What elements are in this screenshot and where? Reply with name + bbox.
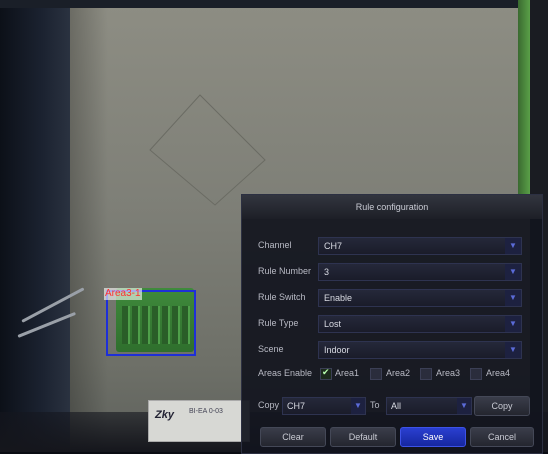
channel-select[interactable]: CH7 ▼	[318, 237, 522, 255]
sticker-logo: Zky	[155, 409, 174, 421]
scene-select[interactable]: Indoor ▼	[318, 341, 522, 359]
chevron-down-icon: ▼	[505, 290, 521, 306]
copy-label: Copy	[258, 400, 280, 410]
rule-configuration-dialog: Rule configuration Channel CH7 ▼ Rule Nu…	[241, 194, 543, 454]
chevron-down-icon: ▼	[505, 264, 521, 280]
area2-label: Area2	[386, 368, 411, 378]
save-button[interactable]: Save	[400, 427, 466, 447]
area2-checkbox[interactable]	[370, 368, 382, 380]
copy-row: Copy CH7 ▼ To All ▼ Copy	[258, 395, 536, 416]
scene-label: Scene	[258, 344, 284, 354]
chevron-down-icon: ▼	[457, 398, 471, 414]
chevron-down-icon: ▼	[505, 238, 521, 254]
rule-type-label: Rule Type	[258, 318, 299, 328]
rule-number-value: 3	[324, 267, 330, 277]
diamond-sketch	[149, 94, 266, 206]
scene-row: Scene Indoor ▼	[258, 339, 536, 359]
copy-to-label: To	[370, 400, 380, 410]
areas-enable-label: Areas Enable	[258, 368, 313, 378]
label-sticker: Zky BI-EA 0-03	[148, 400, 250, 442]
rule-switch-value: Enable	[324, 293, 353, 303]
area1-label: Area1	[335, 368, 360, 378]
green-strip	[518, 0, 530, 200]
rule-type-select[interactable]: Lost ▼	[318, 315, 522, 333]
areas-enable-row: Areas Enable Area1 Area2 Area3 Area4	[258, 363, 536, 383]
copy-from-value: CH7	[287, 401, 306, 411]
chevron-down-icon: ▼	[505, 342, 521, 358]
area1-checkbox[interactable]	[320, 367, 332, 380]
rule-type-value: Lost	[324, 319, 342, 329]
rule-number-select[interactable]: 3 ▼	[318, 263, 522, 281]
rule-switch-row: Rule Switch Enable ▼	[258, 287, 536, 307]
default-button[interactable]: Default	[330, 427, 396, 447]
copy-to-value: All	[391, 401, 402, 411]
dialog-title: Rule configuration	[242, 195, 542, 219]
area4-label: Area4	[486, 368, 511, 378]
area-label: Area3-1	[104, 288, 142, 300]
copy-to-select[interactable]: All ▼	[386, 397, 472, 415]
rule-switch-select[interactable]: Enable ▼	[318, 289, 522, 307]
left-shadow	[0, 0, 70, 452]
copy-button[interactable]: Copy	[474, 396, 530, 416]
rule-switch-label: Rule Switch	[258, 292, 306, 302]
area3-checkbox[interactable]	[420, 368, 432, 380]
cancel-button[interactable]: Cancel	[470, 427, 534, 447]
clear-button[interactable]: Clear	[260, 427, 326, 447]
channel-value: CH7	[324, 241, 343, 251]
rule-type-row: Rule Type Lost ▼	[258, 313, 536, 333]
area3-label: Area3	[436, 368, 461, 378]
chevron-down-icon: ▼	[351, 398, 365, 414]
channel-label: Channel	[258, 240, 292, 250]
scene-value: Indoor	[324, 345, 350, 355]
copy-from-select[interactable]: CH7 ▼	[282, 397, 366, 415]
rule-number-row: Rule Number 3 ▼	[258, 261, 536, 281]
sticker-text: BI-EA 0-03	[189, 408, 223, 415]
chevron-down-icon: ▼	[505, 316, 521, 332]
rule-number-label: Rule Number	[258, 266, 312, 276]
channel-row: Channel CH7 ▼	[258, 235, 536, 255]
area4-checkbox[interactable]	[470, 368, 482, 380]
